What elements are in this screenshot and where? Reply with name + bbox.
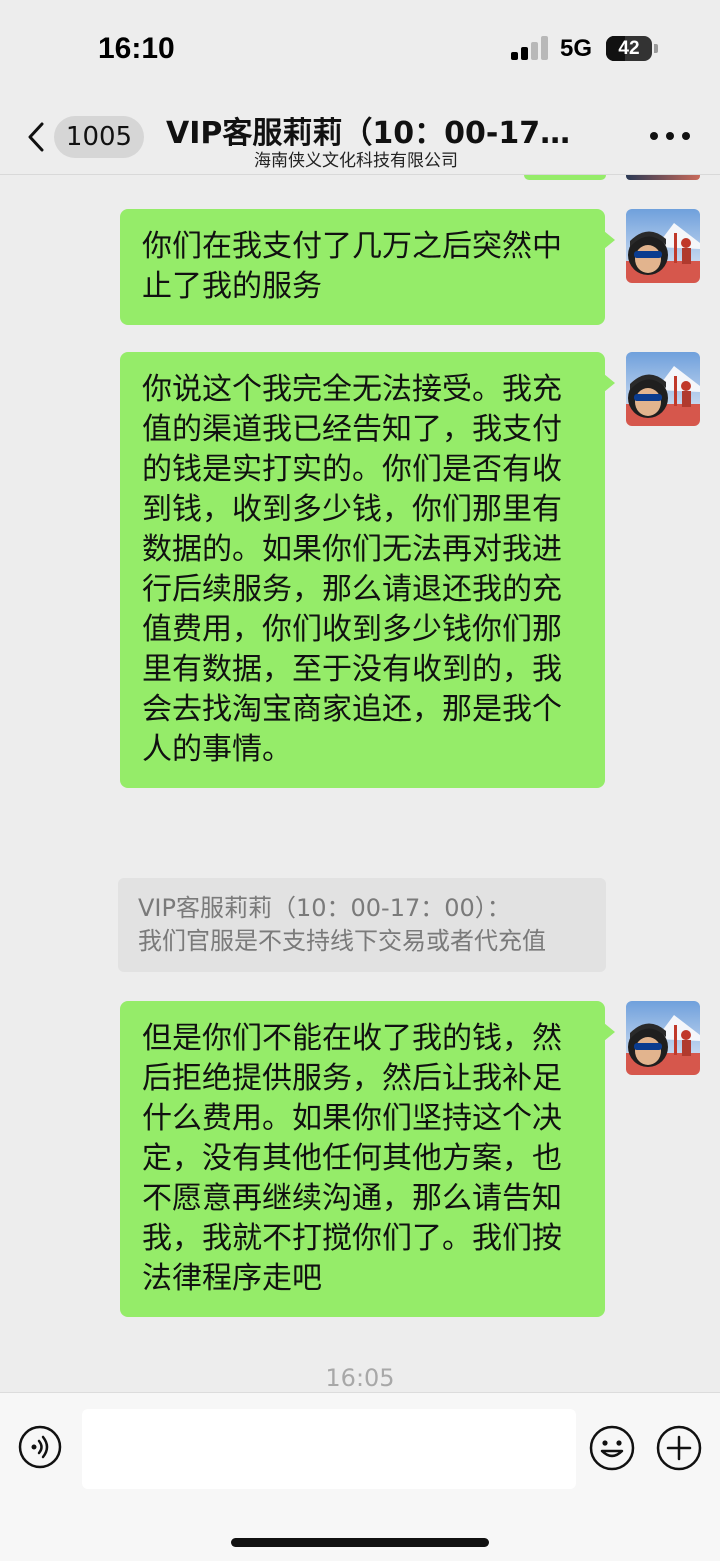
user-avatar[interactable] [626,209,700,283]
quote-text: 我们官服是不支持线下交易或者代充值 [138,927,546,955]
chat-header: 1005 VIP客服莉莉（10：00-17：00） 海南侠义文化科技有限公司 [0,96,720,175]
add-icon[interactable] [656,1425,702,1471]
user-avatar[interactable] [626,352,700,426]
outgoing-message-bubble[interactable]: 但是你们不能在收了我的钱，然后拒绝提供服务，然后让我补足什么费用。如果你们坚持这… [120,1001,615,1317]
avatar-image [626,352,700,426]
chevron-left-icon [28,122,44,152]
network-type: 5G [560,35,593,62]
battery-percent: 42 [618,38,640,59]
outgoing-message-bubble[interactable]: 你说这个我完全无法接受。我充值的渠道我已经告知了，我支付的钱是实打实的。你们是否… [120,352,615,788]
message-input[interactable] [82,1409,576,1489]
user-avatar[interactable] [626,1001,700,1075]
emoji-icon[interactable] [589,1425,635,1471]
clock: 16:10 [98,32,175,65]
avatar-image [626,1001,700,1075]
back-button[interactable]: 1005 [22,116,152,160]
chat-subtitle: 海南侠义文化科技有限公司 [254,151,458,171]
cellular-signal-icon [511,36,549,60]
avatar-image [626,209,700,283]
home-indicator [231,1538,489,1547]
message-timestamp: 16:05 [325,1364,395,1392]
quoted-message[interactable]: VIP客服莉莉（10：00-17：00）： 我们官服是不支持线下交易或者代充值 [118,878,606,972]
previous-avatar-fragment [626,175,700,180]
voice-input-icon[interactable] [18,1425,62,1469]
input-bar [0,1392,720,1561]
battery-icon: 42 [606,36,652,61]
unread-count-badge: 1005 [54,116,144,158]
more-options-icon[interactable] [650,132,690,142]
previous-bubble-fragment [524,175,606,180]
quote-sender: VIP客服莉莉（10：00-17：00）： [138,894,511,922]
status-bar: 16:10 5G 42 [0,0,720,96]
battery-tip [654,44,658,53]
outgoing-message-bubble[interactable]: 你们在我支付了几万之后突然中止了我的服务 [120,209,615,325]
